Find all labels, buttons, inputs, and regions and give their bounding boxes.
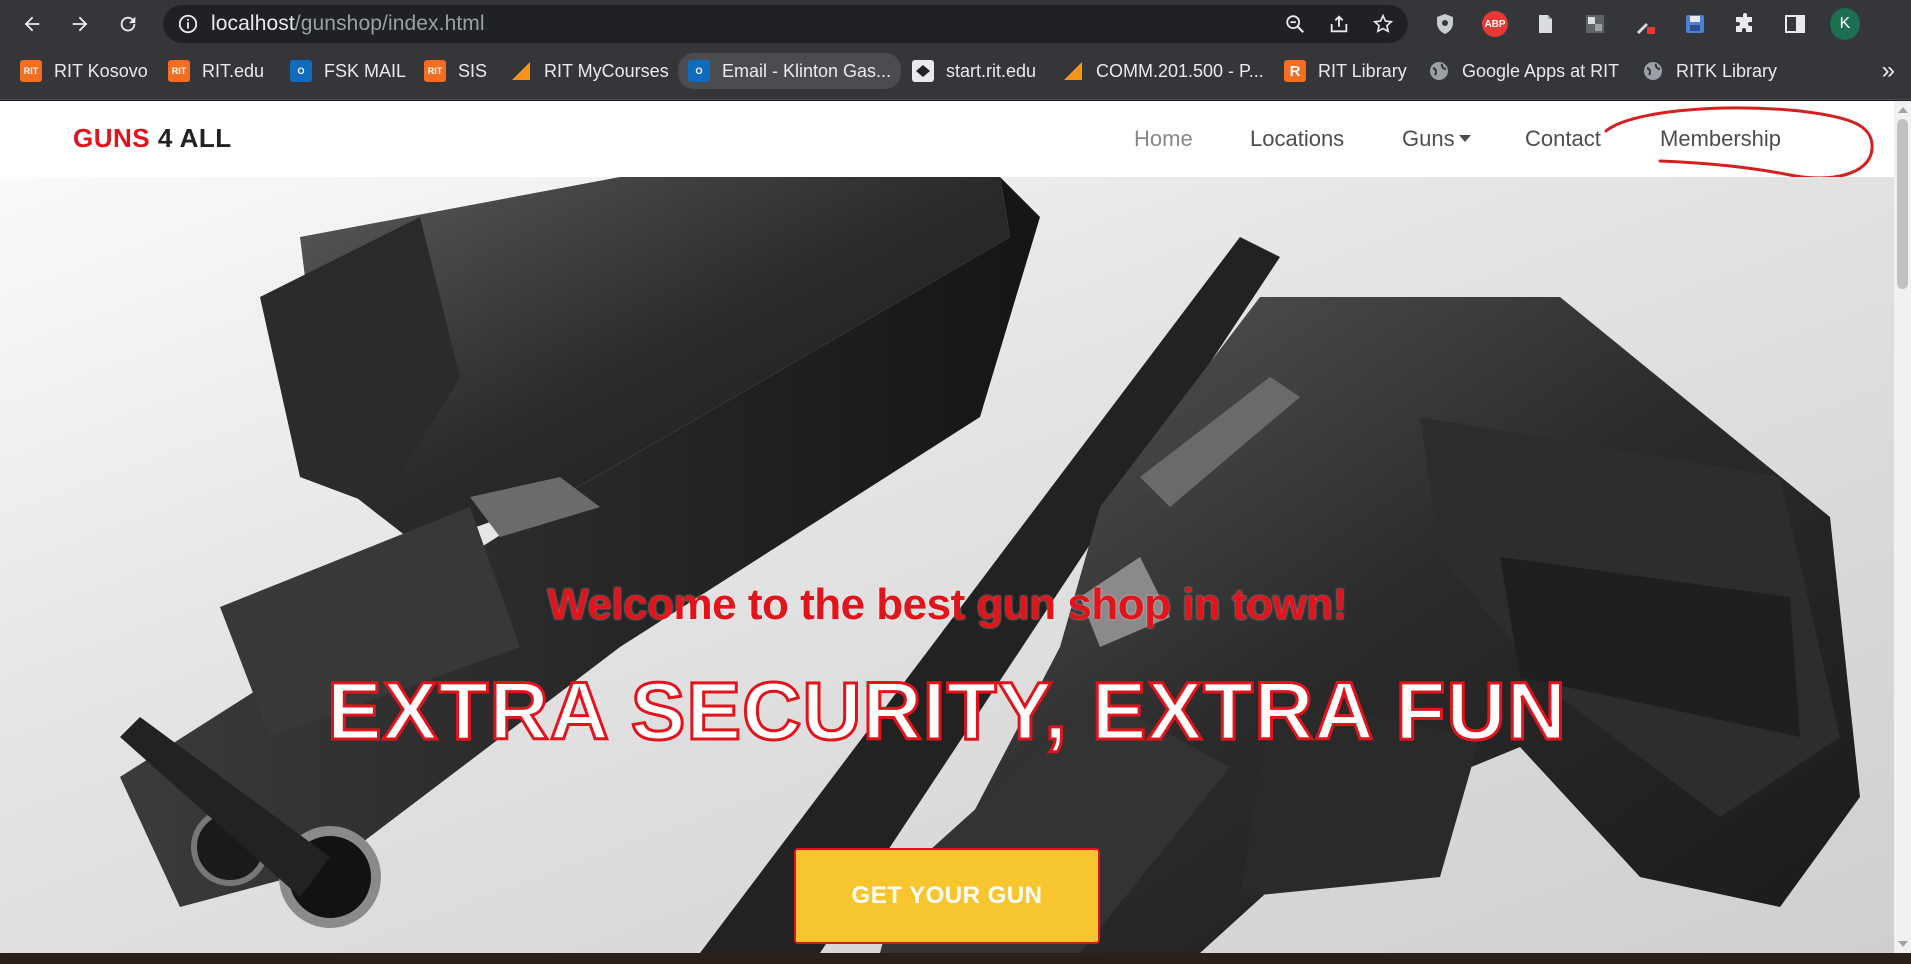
bookmark-email-klinton[interactable]: O Email - Klinton Gas... (678, 53, 902, 89)
side-panel-button[interactable] (1780, 9, 1810, 39)
zoom-icon[interactable] (1284, 13, 1306, 35)
hero-section: Welcome to the best gun shop in town! EX… (0, 177, 1894, 953)
url-text[interactable]: localhost/gunshop/index.html (211, 12, 485, 36)
page-scrollbar[interactable] (1894, 101, 1911, 953)
bookmark-google-apps[interactable]: Google Apps at RIT (1428, 48, 1619, 94)
grid-icon (1586, 15, 1604, 33)
shield-extension-button[interactable] (1430, 9, 1460, 39)
url-path: /gunshop/index.html (294, 12, 485, 35)
bookmark-label: Email - Klinton Gas... (722, 60, 892, 81)
outlook-icon: O (688, 60, 710, 82)
bookmark-label: FSK MAIL (324, 60, 407, 81)
nav-guns[interactable]: Guns (1402, 126, 1471, 152)
bookmark-rit-edu[interactable]: RIT RIT.edu (168, 48, 264, 94)
bookmark-label: RIT.edu (202, 60, 265, 81)
puzzle-icon (1736, 13, 1752, 32)
bookmark-comm-201[interactable]: COMM.201.500 - P... (1062, 48, 1264, 94)
document-icon (1539, 15, 1552, 33)
tiger-icon (912, 60, 934, 82)
rit-icon: RIT (424, 60, 446, 82)
extensions-button[interactable] (1730, 9, 1760, 39)
bookmark-label: RIT Library (1318, 60, 1407, 81)
webpage: GUNS 4 ALL Home Locations Guns Contact M… (0, 101, 1894, 953)
welcome-text: Welcome to the best gun shop in town! (547, 580, 1347, 629)
scroll-up-arrow-icon[interactable] (1898, 107, 1908, 113)
scrollbar-thumb[interactable] (1897, 119, 1908, 289)
d2l-icon (1062, 60, 1084, 82)
globe-icon (1428, 60, 1450, 82)
pistols-hero-image (120, 177, 1860, 953)
globe-icon (1642, 60, 1664, 82)
brand-part-dark: 4 ALL (157, 123, 232, 153)
profile-button[interactable]: K (1830, 8, 1860, 40)
bookmark-sis[interactable]: RIT SIS (424, 48, 487, 94)
back-button[interactable] (10, 2, 54, 46)
caret-down-icon (1458, 134, 1471, 142)
hero-headline: EXTRA SECURITY, EXTRA FUN (326, 665, 1568, 759)
nav-guns-label: Guns (1402, 126, 1455, 151)
scroll-down-arrow-icon[interactable] (1898, 941, 1908, 947)
nav-contact[interactable]: Contact (1525, 126, 1601, 152)
rit-icon: RIT (168, 60, 190, 82)
address-bar[interactable]: localhost/gunshop/index.html (163, 5, 1408, 43)
arrow-left-icon (24, 16, 40, 32)
nav-home[interactable]: Home (1134, 126, 1193, 152)
page-bottom-edge (0, 953, 1911, 964)
bookmark-label: COMM.201.500 - P... (1096, 60, 1264, 81)
floppy-disk-icon (1686, 15, 1704, 33)
outlook-icon: O (290, 60, 312, 82)
brand-part-red: GUNS (73, 123, 151, 153)
info-icon[interactable] (177, 13, 199, 35)
nav-membership[interactable]: Membership (1660, 126, 1781, 152)
shield-icon (1437, 14, 1453, 34)
color-picker-extension-button[interactable] (1630, 9, 1660, 39)
bookmark-rit-kosovo[interactable]: RIT RIT Kosovo (20, 48, 148, 94)
grid-extension-button[interactable] (1580, 9, 1610, 39)
bookmark-label: RIT MyCourses (544, 60, 669, 81)
forward-button[interactable] (58, 2, 102, 46)
bookmark-start-rit[interactable]: start.rit.edu (912, 48, 1036, 94)
adblock-icon: ABP (1482, 11, 1508, 37)
nav-locations[interactable]: Locations (1250, 126, 1344, 152)
get-your-gun-button[interactable]: GET YOUR GUN (794, 848, 1100, 944)
bookmark-label: start.rit.edu (946, 60, 1037, 81)
brand-logo[interactable]: GUNS 4 ALL (73, 123, 232, 154)
reload-button[interactable] (106, 2, 150, 46)
bookmark-ritk-library[interactable]: RITK Library (1642, 48, 1777, 94)
avatar: K (1830, 8, 1860, 40)
bookmark-fsk-mail[interactable]: O FSK MAIL (290, 48, 406, 94)
share-icon[interactable] (1328, 13, 1350, 35)
browser-toolbar: localhost/gunshop/index.html ABP K (0, 0, 1911, 48)
bookmark-rit-mycourses[interactable]: RIT MyCourses (510, 48, 669, 94)
reload-icon (120, 16, 136, 32)
bookmark-label: RITK Library (1676, 60, 1778, 81)
bookmarks-bar: RIT RIT Kosovo RIT RIT.edu O FSK MAIL RI… (0, 48, 1911, 100)
eyedropper-icon (1637, 23, 1655, 34)
url-host: localhost (211, 12, 295, 35)
d2l-icon (510, 60, 532, 82)
adblock-extension-button[interactable]: ABP (1480, 9, 1510, 39)
arrow-right-icon (72, 16, 88, 32)
save-extension-button[interactable] (1680, 9, 1710, 39)
bookmark-rit-library[interactable]: R RIT Library (1284, 48, 1407, 94)
bookmark-label: SIS (458, 60, 488, 81)
library-icon: R (1284, 60, 1306, 82)
document-extension-button[interactable] (1530, 9, 1560, 39)
bookmark-label: Google Apps at RIT (1462, 60, 1620, 81)
side-panel-icon (1785, 15, 1805, 33)
site-navbar: GUNS 4 ALL Home Locations Guns Contact M… (0, 101, 1894, 180)
star-icon[interactable] (1372, 13, 1394, 35)
bookmark-label: RIT Kosovo (54, 60, 148, 81)
rit-icon: RIT (20, 60, 42, 82)
bookmarks-overflow-chevron-icon[interactable]: » (1882, 57, 1895, 85)
